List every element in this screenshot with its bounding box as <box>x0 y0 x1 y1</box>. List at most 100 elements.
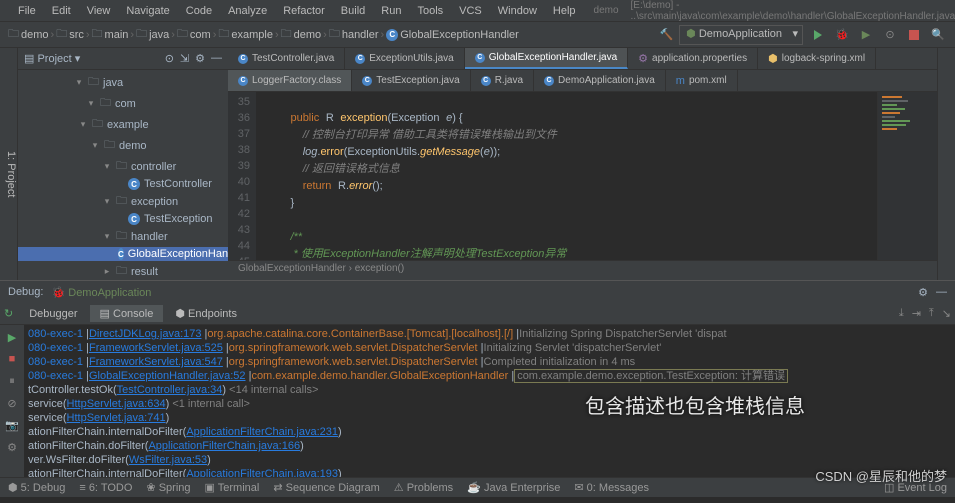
sb-sequence[interactable]: ⇄ Sequence Diagram <box>273 481 379 494</box>
mute-icon[interactable]: ⊘ <box>4 395 20 411</box>
sb-todo[interactable]: ≡ 6: TODO <box>79 482 132 494</box>
run-config-select[interactable]: ⬢ DemoApplication ▾ <box>679 25 803 45</box>
tab-logback-spring-xml[interactable]: ⬢ logback-spring.xml <box>758 48 876 69</box>
tree-item-exception[interactable]: ▾🗀exception <box>18 191 228 212</box>
tree-item-controller[interactable]: ▾🗀controller <box>18 156 228 177</box>
tab-endpoints[interactable]: ⬢ Endpoints <box>165 305 247 322</box>
menu-code[interactable]: Code <box>180 3 218 19</box>
editor-breadcrumb[interactable]: GlobalExceptionHandler › exception() <box>228 260 937 280</box>
settings-icon[interactable]: ⚙ <box>4 439 20 455</box>
tree-item-testexception[interactable]: CTestException <box>18 212 228 226</box>
sb-debug[interactable]: ⬢ 5: Debug <box>8 481 65 494</box>
menu-run[interactable]: Run <box>375 3 407 19</box>
crumb-2[interactable]: main <box>105 29 129 41</box>
tab-r-java[interactable]: C R.java <box>471 70 534 91</box>
resume-icon[interactable]: ▶ <box>4 329 20 345</box>
pause-icon[interactable]: ⏸ <box>4 373 20 389</box>
code-editor[interactable]: public R exception(Exception e) { // 控制台… <box>256 92 877 260</box>
tree-item-handler[interactable]: ▾🗀handler <box>18 226 228 247</box>
stop-icon[interactable]: ■ <box>4 351 20 367</box>
project-dropdown[interactable]: ▤ Project ▾ <box>24 52 80 65</box>
statusbar: ⬢ 5: Debug ≡ 6: TODO ❀ Spring ▣ Terminal… <box>0 477 955 497</box>
sb-java[interactable]: ☕ Java Enterprise <box>467 481 560 494</box>
profile-button[interactable]: ⊙ <box>881 26 899 44</box>
tab-debugger[interactable]: Debugger <box>19 306 87 322</box>
menu-help[interactable]: Help <box>547 3 582 19</box>
step-icon[interactable]: ⤓ <box>899 307 904 320</box>
crumb-0[interactable]: demo <box>21 29 49 41</box>
tree-item-result[interactable]: ▸🗀result <box>18 261 228 280</box>
breadcrumb[interactable]: 🗀 demo› 🗀src› 🗀main› 🗀java› 🗀com› 🗀examp… <box>8 25 519 44</box>
tree-item-com[interactable]: ▾🗀com <box>18 93 228 114</box>
tab-pom-xml[interactable]: m pom.xml <box>666 70 738 91</box>
menu-edit[interactable]: Edit <box>46 3 77 19</box>
sb-messages[interactable]: ✉ 0: Messages <box>574 481 649 494</box>
select-file-icon[interactable]: ⊙ <box>165 52 174 65</box>
crumb-3[interactable]: java <box>149 29 169 41</box>
tree-item-testcontroller[interactable]: CTestController <box>18 177 228 191</box>
menu-build[interactable]: Build <box>335 3 371 19</box>
collapse-icon[interactable]: ⇲ <box>180 52 189 65</box>
sb-terminal[interactable]: ▣ Terminal <box>205 481 260 494</box>
menu-window[interactable]: Window <box>492 3 543 19</box>
folder-icon: 🗀 <box>8 25 19 44</box>
editor-tabs-row2: C LoggerFactory.classC TestException.jav… <box>228 70 937 92</box>
tab-testcontroller-java[interactable]: C TestController.java <box>228 48 345 69</box>
project-panel: ▤ Project ▾ ⊙ ⇲ ⚙ — ▾🗀java▾🗀com▾🗀example… <box>18 48 228 280</box>
coverage-button[interactable]: ▶ <box>857 26 875 44</box>
tab-globalexceptionhandler-java[interactable]: C GlobalExceptionHandler.java <box>465 48 628 69</box>
left-tool-stripe[interactable]: 1: Project <box>0 48 18 280</box>
debug-config[interactable]: 🐞 DemoApplication <box>51 286 151 299</box>
annotation-overlay: 包含描述也包含堆栈信息 <box>585 390 805 419</box>
tree-item-example[interactable]: ▾🗀example <box>18 114 228 135</box>
editor-tabs-row1: C TestController.javaC ExceptionUtils.ja… <box>228 48 937 70</box>
sb-problems[interactable]: ⚠ Problems <box>394 481 453 494</box>
menu-refactor[interactable]: Refactor <box>277 3 331 19</box>
crumb-8[interactable]: GlobalExceptionHandler <box>400 29 519 41</box>
crumb-5[interactable]: example <box>231 29 273 41</box>
project-panel-header[interactable]: ▤ Project ▾ ⊙ ⇲ ⚙ — <box>18 48 228 70</box>
minimap[interactable] <box>877 92 937 260</box>
run-button[interactable] <box>809 26 827 44</box>
camera-icon[interactable]: 📷 <box>4 417 20 433</box>
tree-item-java[interactable]: ▾🗀java <box>18 72 228 93</box>
tab-demoapplication-java[interactable]: C DemoApplication.java <box>534 70 666 91</box>
tab-exceptionutils-java[interactable]: C ExceptionUtils.java <box>345 48 464 69</box>
sb-spring[interactable]: ❀ Spring <box>146 481 190 494</box>
debug-panel: Debug: 🐞 DemoApplication ⚙ — ↻ Debugger … <box>0 280 955 477</box>
gear-icon[interactable]: ⚙ <box>195 52 205 65</box>
rerun-icon[interactable]: ↻ <box>4 307 13 320</box>
project-tree[interactable]: ▾🗀java▾🗀com▾🗀example▾🗀demo▾🗀controllerCT… <box>18 70 228 280</box>
search-icon[interactable]: 🔍 <box>929 26 947 44</box>
step-icon[interactable]: ↘ <box>942 307 951 320</box>
menu-view[interactable]: View <box>81 3 117 19</box>
menu-navigate[interactable]: Navigate <box>120 3 175 19</box>
gear-icon[interactable]: ⚙ <box>918 286 928 299</box>
build-icon[interactable]: 🔨 <box>659 28 673 41</box>
menu-analyze[interactable]: Analyze <box>222 3 273 19</box>
crumb-7[interactable]: handler <box>342 29 379 41</box>
crumb-4[interactable]: com <box>190 29 211 41</box>
tab-loggerfactory-class[interactable]: C LoggerFactory.class <box>228 70 352 91</box>
menu-vcs[interactable]: VCS <box>453 3 488 19</box>
step-icon[interactable]: ⇥ <box>912 307 921 320</box>
tab-console[interactable]: ▤ Console <box>90 305 164 322</box>
tree-item-globalexceptionhandler[interactable]: CGlobalExceptionHandler <box>18 247 228 261</box>
stop-button[interactable] <box>905 26 923 44</box>
crumb-6[interactable]: demo <box>294 29 322 41</box>
tab-testexception-java[interactable]: C TestException.java <box>352 70 470 91</box>
menu-file[interactable]: File <box>12 3 42 19</box>
menu-tools[interactable]: Tools <box>411 3 449 19</box>
console-output[interactable]: 080-exec-1 |DirectJDKLog.java:173 |org.a… <box>24 325 955 477</box>
crumb-1[interactable]: src <box>69 29 84 41</box>
debug-label: Debug: <box>8 286 43 298</box>
nav-toolbar: 🗀 demo› 🗀src› 🗀main› 🗀java› 🗀com› 🗀examp… <box>0 22 955 48</box>
hide-icon[interactable]: — <box>211 52 222 65</box>
debug-button[interactable]: 🐞 <box>833 26 851 44</box>
tab-application-properties[interactable]: ⚙ application.properties <box>628 48 758 69</box>
debug-header: Debug: 🐞 DemoApplication ⚙ — <box>0 281 955 303</box>
hide-icon[interactable]: — <box>936 286 947 299</box>
right-tool-stripe[interactable] <box>937 48 955 280</box>
tree-item-demo[interactable]: ▾🗀demo <box>18 135 228 156</box>
step-icon[interactable]: ⤒ <box>929 307 934 320</box>
